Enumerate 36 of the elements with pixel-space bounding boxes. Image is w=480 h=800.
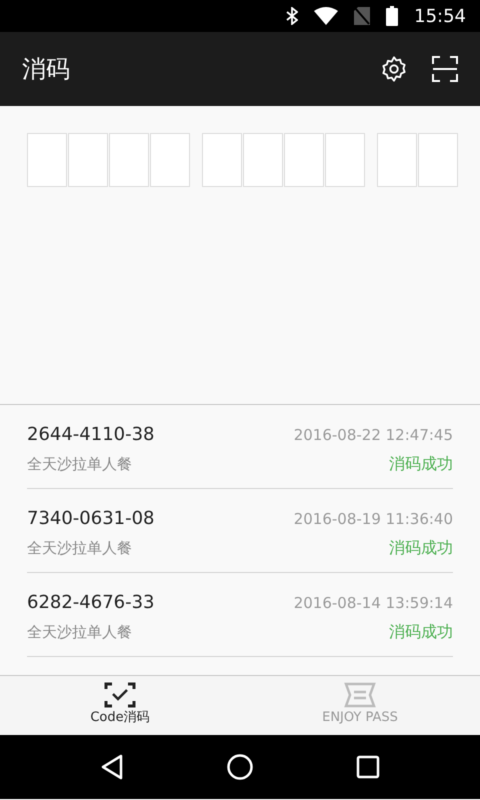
code-digit-box[interactable]: [325, 133, 365, 187]
wifi-icon: [314, 7, 338, 25]
redeem-status: 消码成功: [389, 537, 453, 559]
redeem-code: 6282-4676-33: [27, 591, 155, 615]
redeem-time: 2016-08-22 12:47:45: [294, 425, 453, 446]
redeem-time: 2016-08-19 11:36:40: [294, 509, 453, 530]
nav-tab[interactable]: Code消码: [0, 676, 240, 735]
product-name: 全天沙拉单人餐: [27, 538, 132, 559]
back-button[interactable]: [100, 754, 124, 780]
bluetooth-icon: [286, 7, 298, 25]
app-title: 消码: [22, 54, 70, 85]
redeem-time: 2016-08-14 13:59:14: [294, 593, 453, 614]
no-sim-icon: [354, 7, 370, 25]
code-digit-box[interactable]: [27, 133, 67, 187]
ticket-icon: [344, 682, 376, 708]
redeem-status: 消码成功: [389, 453, 453, 475]
redeem-code: 2644-4110-38: [27, 423, 155, 447]
code-digit-box[interactable]: [284, 133, 324, 187]
home-button[interactable]: [226, 754, 253, 780]
code-digit-box[interactable]: [243, 133, 283, 187]
redeem-status: 消码成功: [389, 621, 453, 643]
product-name: 全天沙拉单人餐: [27, 454, 132, 475]
code-digit-box[interactable]: [377, 133, 417, 187]
product-name: 全天沙拉单人餐: [27, 622, 132, 643]
battery-icon: [386, 6, 398, 26]
scan-button[interactable]: [432, 56, 458, 82]
recents-button[interactable]: [356, 755, 380, 779]
clock-time: 15:54: [414, 4, 466, 28]
redeem-code: 7340-0631-08: [27, 507, 155, 531]
code-digit-box[interactable]: [202, 133, 242, 187]
scan-check-icon: [104, 682, 136, 708]
settings-button[interactable]: [380, 55, 408, 83]
code-digit-box[interactable]: [68, 133, 108, 187]
code-digit-box[interactable]: [150, 133, 190, 187]
code-digit-box[interactable]: [109, 133, 149, 187]
code-digit-box[interactable]: [418, 133, 458, 187]
